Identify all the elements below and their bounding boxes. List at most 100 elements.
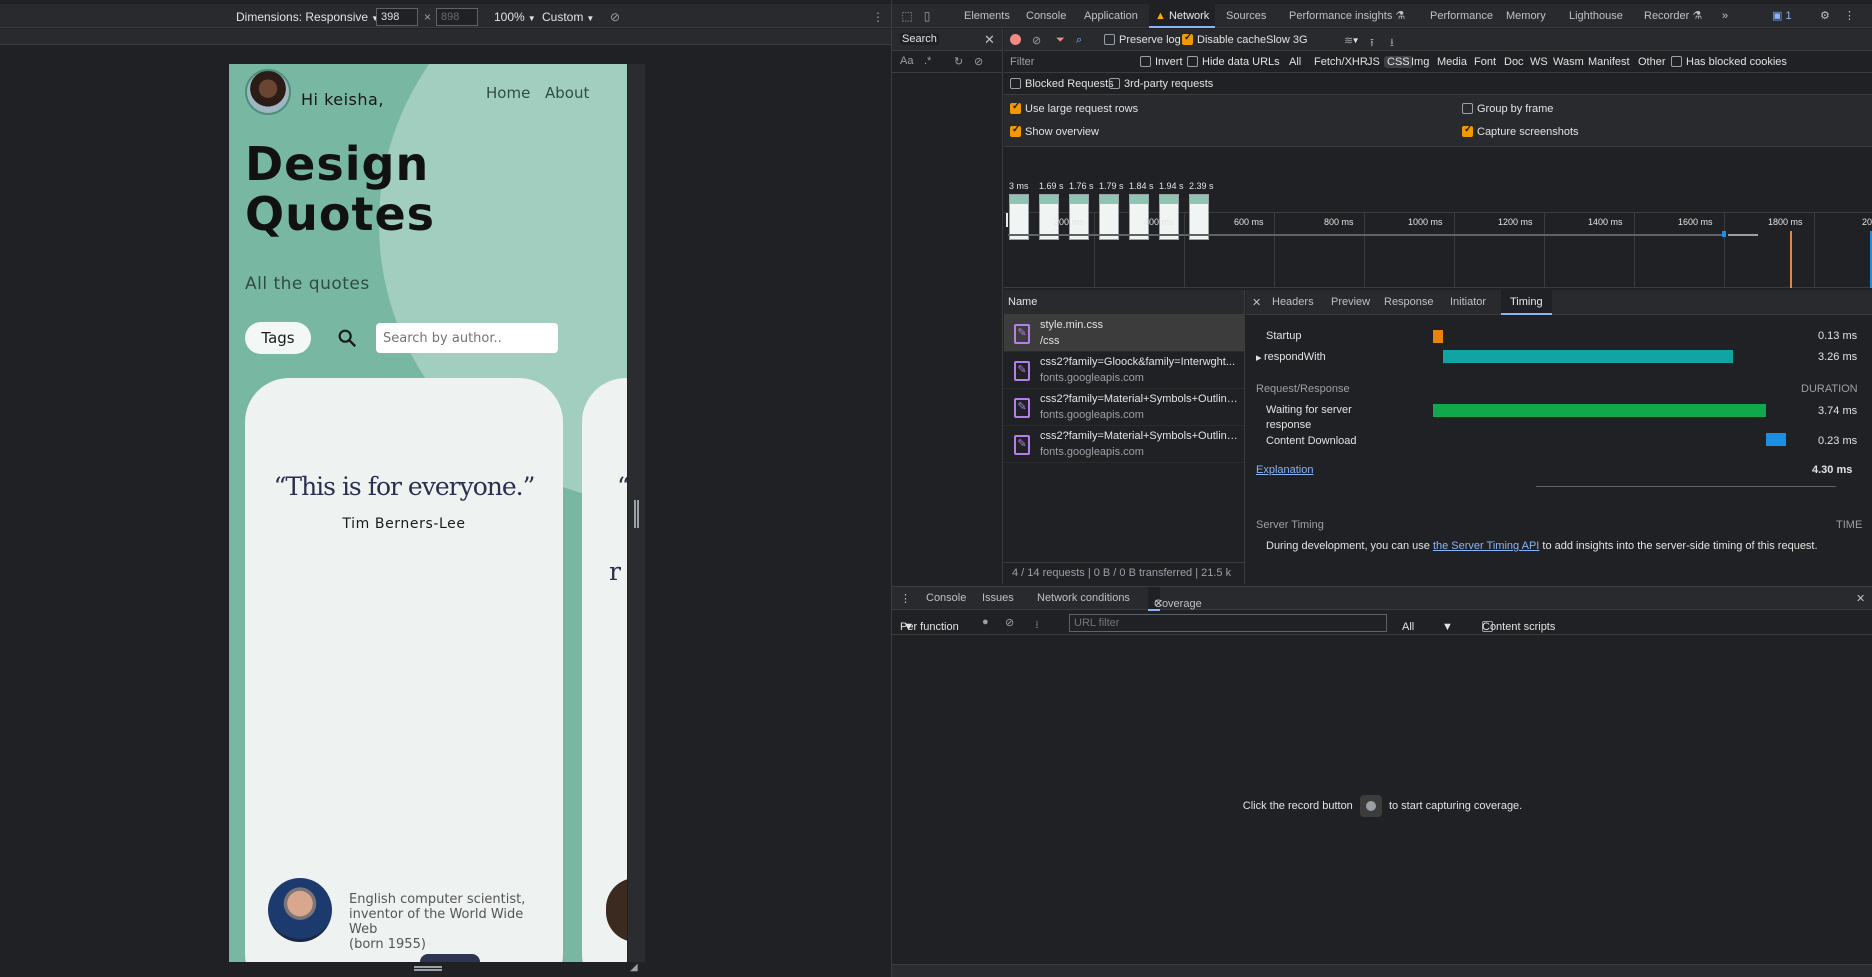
search-icon[interactable] xyxy=(336,327,358,349)
clear-icon[interactable]: ⊘ xyxy=(1005,616,1014,629)
tab-memory[interactable]: Memory xyxy=(1506,4,1546,28)
tab-application[interactable]: Application xyxy=(1084,4,1138,28)
message-icon: ▣ xyxy=(1772,10,1783,22)
invert-checkbox[interactable]: Invert xyxy=(1140,56,1183,68)
search-tab[interactable]: Search xyxy=(900,33,939,45)
inspect-icon[interactable]: ⬚ xyxy=(900,9,914,23)
author-search-input[interactable] xyxy=(376,323,558,353)
filter-type-css[interactable]: CSS xyxy=(1384,56,1413,68)
has-blocked-cookies-checkbox[interactable]: Has blocked cookies xyxy=(1671,56,1787,68)
throttle-dropdown[interactable]: Custom ▼ xyxy=(542,8,594,26)
filter-type-doc[interactable]: Doc xyxy=(1504,56,1524,68)
zoom-dropdown[interactable]: 100% ▼ xyxy=(494,8,536,26)
rotate-icon[interactable]: ⊘ xyxy=(610,8,620,26)
filter-type-manifest[interactable]: Manifest xyxy=(1588,56,1630,68)
tab-headers[interactable]: Headers xyxy=(1272,296,1314,308)
preserve-log-checkbox[interactable]: Preserve log xyxy=(1104,34,1181,46)
hide-data-urls-checkbox[interactable]: Hide data URLs xyxy=(1187,56,1280,68)
close-icon[interactable]: ✕ xyxy=(984,32,995,48)
tags-button[interactable]: Tags xyxy=(245,322,311,354)
filter-icon[interactable]: ⏷ xyxy=(1056,34,1065,47)
filter-type-js[interactable]: JS xyxy=(1367,56,1380,68)
drawer-tab-console[interactable]: Console xyxy=(926,592,966,604)
resize-handle-bottom[interactable] xyxy=(414,966,442,971)
filter-type-all[interactable]: All xyxy=(1289,56,1301,68)
dimensions-dropdown[interactable]: Dimensions: Responsive▼ xyxy=(236,8,379,26)
disable-cache-checkbox[interactable]: Disable cache xyxy=(1182,32,1266,46)
name-column-header[interactable]: Name xyxy=(1004,290,1244,315)
issues-badge[interactable]: ▣ 1 xyxy=(1772,4,1792,28)
tab-initiator[interactable]: Initiator xyxy=(1450,296,1486,308)
request-row[interactable]: ✎ style.min.css /css xyxy=(1004,315,1244,352)
close-drawer-icon[interactable]: ✕ xyxy=(1856,592,1865,605)
tab-network[interactable]: ▲ Network xyxy=(1149,4,1216,28)
settings-gear-icon[interactable]: ⚙ xyxy=(1820,4,1830,28)
group-by-frame-checkbox[interactable]: Group by frame xyxy=(1462,103,1553,115)
height-input[interactable]: 898 xyxy=(436,8,478,26)
tab-preview[interactable]: Preview xyxy=(1331,296,1370,308)
export-icon[interactable]: ⭳ xyxy=(1035,616,1039,635)
request-row[interactable]: ✎ css2?family=Material+Symbols+Outline..… xyxy=(1004,389,1244,426)
filter-type-ws[interactable]: WS xyxy=(1530,56,1548,68)
tab-performance[interactable]: Performance xyxy=(1430,4,1493,28)
close-icon[interactable]: ✕ xyxy=(1252,296,1261,309)
resize-handle-right[interactable] xyxy=(634,500,639,528)
tab-recorder[interactable]: Recorder ⚗ xyxy=(1644,4,1702,28)
tab-lighthouse[interactable]: Lighthouse xyxy=(1569,4,1623,28)
tab-elements[interactable]: Elements xyxy=(964,4,1010,28)
show-overview-checkbox[interactable]: Show overview xyxy=(1010,124,1099,138)
nav-link-home[interactable]: Home xyxy=(486,84,530,102)
timeline-overview[interactable]: 200 ms 400 ms 600 ms 800 ms 1000 ms 1200… xyxy=(1004,213,1872,288)
request-row[interactable]: ✎ css2?family=Material+Symbols+Outline..… xyxy=(1004,426,1244,463)
tab-sources[interactable]: Sources xyxy=(1226,4,1266,28)
resize-corner-icon[interactable]: ◢ xyxy=(630,962,642,974)
server-timing-api-link[interactable]: the Server Timing API xyxy=(1433,540,1539,552)
explanation-link[interactable]: Explanation xyxy=(1256,464,1314,476)
wifi-icon[interactable]: ≋ xyxy=(1344,34,1353,47)
capture-screenshots-checkbox[interactable]: Capture screenshots xyxy=(1462,124,1579,138)
drawer-tab-network-conditions[interactable]: Network conditions xyxy=(1037,592,1130,604)
drawer-tab-coverage[interactable]: Coverage ✕ xyxy=(1148,587,1202,611)
quote-card-next[interactable] xyxy=(582,378,627,962)
filter-type-wasm[interactable]: Wasm xyxy=(1553,56,1584,68)
large-rows-checkbox[interactable]: Use large request rows xyxy=(1010,101,1138,115)
regex-toggle[interactable]: .* xyxy=(924,55,931,67)
more-options-icon[interactable]: ⋮ xyxy=(872,8,884,26)
tab-response[interactable]: Response xyxy=(1384,296,1434,308)
card-action-pill[interactable] xyxy=(420,954,480,962)
tab-timing[interactable]: Timing xyxy=(1501,290,1552,315)
record-icon[interactable] xyxy=(1010,34,1021,48)
request-row[interactable]: ✎ css2?family=Gloock&family=Interwght...… xyxy=(1004,352,1244,389)
more-tabs-icon[interactable]: » xyxy=(1722,4,1728,28)
third-party-checkbox[interactable]: 3rd-party requests xyxy=(1109,78,1213,90)
clear-icon[interactable]: ⊘ xyxy=(1032,34,1041,47)
bio-line: English computer scientist, xyxy=(349,892,526,907)
filter-type-fetch[interactable]: Fetch/XHR xyxy=(1314,56,1368,68)
filter-type-other[interactable]: Other xyxy=(1638,56,1666,68)
refresh-icon[interactable]: ↻ xyxy=(954,55,963,68)
timing-label: Content Download xyxy=(1266,435,1357,447)
device-toggle-icon[interactable]: ▯ xyxy=(920,9,934,23)
filter-type-img[interactable]: Img xyxy=(1411,56,1429,68)
filter-type-font[interactable]: Font xyxy=(1474,56,1496,68)
clear-icon[interactable]: ⊘ xyxy=(974,55,983,68)
filter-input[interactable]: Filter xyxy=(1010,56,1034,68)
nav-link-about[interactable]: About xyxy=(545,84,589,102)
blocked-requests-checkbox[interactable]: Blocked Requests xyxy=(1010,78,1114,90)
width-input[interactable]: 398 xyxy=(376,8,418,26)
drawer-menu-icon[interactable]: ⋮ xyxy=(900,592,911,605)
record-icon[interactable]: ● xyxy=(982,616,989,628)
more-options-icon[interactable]: ⋮ xyxy=(1844,4,1855,28)
match-case-toggle[interactable]: Aa xyxy=(900,55,913,67)
tab-performance-insights[interactable]: Performance insights ⚗ xyxy=(1289,4,1405,28)
horizontal-scrollbar[interactable] xyxy=(892,964,1872,977)
tab-console[interactable]: Console xyxy=(1026,4,1066,28)
filter-type-media[interactable]: Media xyxy=(1437,56,1467,68)
search-icon[interactable]: ⌕ xyxy=(1076,34,1082,47)
quote-card[interactable] xyxy=(245,378,563,962)
avatar[interactable] xyxy=(245,69,291,115)
drawer-tab-issues[interactable]: Issues xyxy=(982,592,1014,604)
url-filter-input[interactable] xyxy=(1069,614,1387,632)
record-button[interactable] xyxy=(1359,795,1382,817)
expand-arrow-icon[interactable]: ▸ xyxy=(1256,351,1262,364)
